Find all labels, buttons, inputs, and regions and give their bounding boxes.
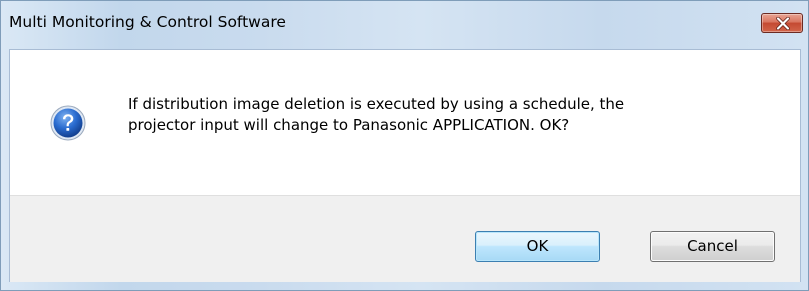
message-area: If distribution image deletion is execut… <box>10 50 800 195</box>
message-dialog: Multi Monitoring & Control Software If d… <box>0 0 809 291</box>
close-icon <box>776 17 790 30</box>
ok-button[interactable]: OK <box>475 231 600 262</box>
dialog-body: If distribution image deletion is execut… <box>9 49 801 282</box>
message-text: If distribution image deletion is execut… <box>128 94 768 136</box>
title-bar[interactable]: Multi Monitoring & Control Software <box>1 1 808 49</box>
button-bar: OK Cancel <box>10 195 800 282</box>
window-title: Multi Monitoring & Control Software <box>9 13 286 31</box>
message-line-1: If distribution image deletion is execut… <box>128 95 625 113</box>
message-line-2: projector input will change to Panasonic… <box>128 116 570 134</box>
cancel-button[interactable]: Cancel <box>650 231 775 262</box>
question-icon <box>50 105 86 141</box>
close-button[interactable] <box>761 13 803 33</box>
